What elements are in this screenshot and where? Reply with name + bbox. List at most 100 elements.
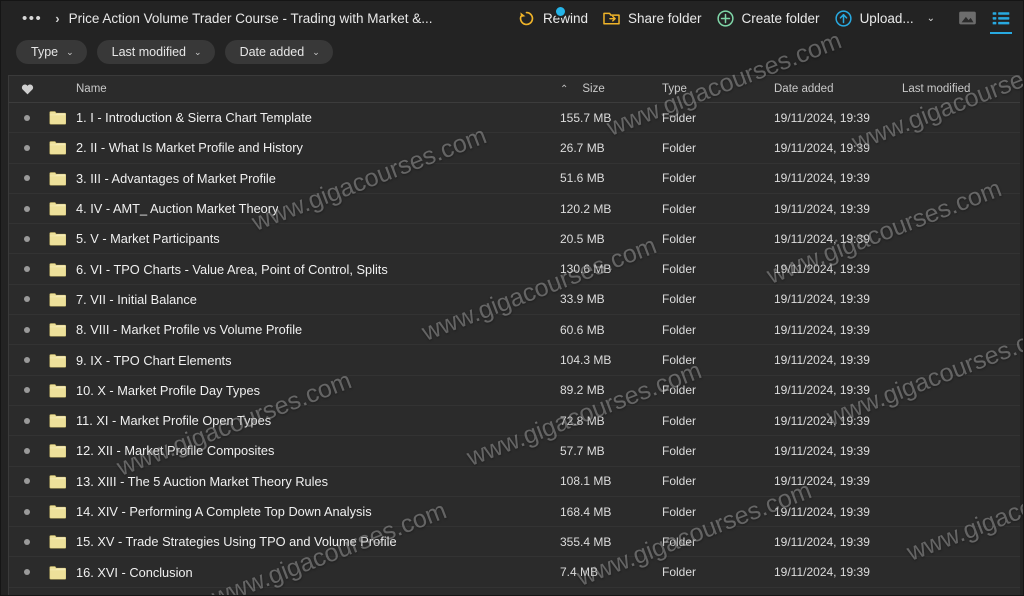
filter-chip-date-added-label: Date added (240, 45, 305, 59)
row-selection-dot[interactable] (9, 296, 45, 302)
row-selection-dot[interactable] (9, 266, 45, 272)
row-selection-dot[interactable] (9, 236, 45, 242)
table-row[interactable]: 14. XIV - Performing A Complete Top Down… (9, 497, 1020, 527)
sort-ascending-icon[interactable]: ⌃ (560, 84, 568, 95)
row-file-name: 11. XI - Market Profile Open Types (76, 413, 271, 428)
table-row[interactable]: 13. XIII - The 5 Auction Market Theory R… (9, 467, 1020, 497)
bullet-icon (24, 266, 30, 272)
row-name-cell[interactable]: 1. I - Introduction & Sierra Chart Templ… (45, 110, 560, 125)
row-name-cell[interactable]: 12. XII - Market Profile Composites (45, 443, 560, 458)
column-header-size-group: ⌃ Size (560, 83, 662, 95)
row-file-name: 10. X - Market Profile Day Types (76, 383, 260, 398)
table-row[interactable]: 7. VII - Initial Balance 33.9 MB Folder … (9, 285, 1020, 315)
table-row[interactable]: 4. IV - AMT_ Auction Market Theory 120.2… (9, 194, 1020, 224)
row-selection-dot[interactable] (9, 387, 45, 393)
row-selection-dot[interactable] (9, 357, 45, 363)
view-mode-switcher (954, 5, 1014, 31)
table-row[interactable]: 11. XI - Market Profile Open Types 72.8 … (9, 406, 1020, 436)
table-row[interactable]: 10. X - Market Profile Day Types 89.2 MB… (9, 376, 1020, 406)
row-file-name: 12. XII - Market Profile Composites (76, 443, 274, 458)
column-header-size[interactable]: Size (582, 83, 604, 95)
gallery-view-button[interactable] (954, 5, 980, 31)
filter-chip-last-modified[interactable]: Last modified ⌄ (97, 40, 215, 64)
folder-icon (49, 413, 66, 428)
row-name-cell[interactable]: 7. VII - Initial Balance (45, 292, 560, 307)
folder-icon (49, 443, 66, 458)
row-selection-dot[interactable] (9, 418, 45, 424)
chevron-down-icon: ⌄ (194, 47, 202, 58)
bullet-icon (24, 478, 30, 484)
table-row[interactable]: 15. XV - Trade Strategies Using TPO and … (9, 527, 1020, 557)
table-row[interactable]: 1. I - Introduction & Sierra Chart Templ… (9, 103, 1020, 133)
row-file-name: 4. IV - AMT_ Auction Market Theory (76, 201, 278, 216)
upload-chevron-down-icon[interactable]: ⌄ (927, 13, 935, 24)
share-folder-button[interactable]: Share folder (595, 5, 709, 32)
folder-icon (49, 565, 66, 580)
row-date-added: 19/11/2024, 19:39 (774, 474, 902, 488)
table-row[interactable]: 16. XVI - Conclusion 7.4 MB Folder 19/11… (9, 557, 1020, 587)
row-selection-dot[interactable] (9, 569, 45, 575)
rewind-button[interactable]: Rewind (510, 5, 595, 32)
row-name-cell[interactable]: 15. XV - Trade Strategies Using TPO and … (45, 534, 560, 549)
row-selection-dot[interactable] (9, 509, 45, 515)
column-header-type[interactable]: Type (662, 83, 774, 95)
folder-icon (49, 262, 66, 277)
table-row[interactable]: 3. III - Advantages of Market Profile 51… (9, 164, 1020, 194)
row-selection-dot[interactable] (9, 145, 45, 151)
row-date-added: 19/11/2024, 19:39 (774, 414, 902, 428)
row-name-cell[interactable]: 3. III - Advantages of Market Profile (45, 171, 560, 186)
row-selection-dot[interactable] (9, 115, 45, 121)
table-row[interactable]: 6. VI - TPO Charts - Value Area, Point o… (9, 254, 1020, 284)
column-header-favorite[interactable] (9, 83, 45, 95)
row-name-cell[interactable]: 10. X - Market Profile Day Types (45, 383, 560, 398)
column-header-date-added[interactable]: Date added (774, 83, 902, 95)
breadcrumb-overflow-button[interactable]: ••• (18, 9, 46, 28)
row-name-cell[interactable]: 16. XVI - Conclusion (45, 565, 560, 580)
table-row[interactable]: 5. V - Market Participants 20.5 MB Folde… (9, 224, 1020, 254)
row-selection-dot[interactable] (9, 175, 45, 181)
list-view-button[interactable] (988, 5, 1014, 31)
table-row[interactable]: 12. XII - Market Profile Composites 57.7… (9, 436, 1020, 466)
row-file-name: 8. VIII - Market Profile vs Volume Profi… (76, 322, 302, 337)
row-file-name: 9. IX - TPO Chart Elements (76, 353, 232, 368)
row-selection-dot[interactable] (9, 539, 45, 545)
row-name-cell[interactable]: 4. IV - AMT_ Auction Market Theory (45, 201, 560, 216)
row-name-cell[interactable]: 11. XI - Market Profile Open Types (45, 413, 560, 428)
bullet-icon (24, 175, 30, 181)
bullet-icon (24, 236, 30, 242)
row-date-added: 19/11/2024, 19:39 (774, 292, 902, 306)
row-size: 108.1 MB (560, 474, 662, 488)
row-selection-dot[interactable] (9, 448, 45, 454)
row-name-cell[interactable]: 5. V - Market Participants (45, 231, 560, 246)
folder-icon-wrapper (49, 231, 66, 246)
column-header-name[interactable]: Name (45, 83, 560, 95)
share-folder-label: Share folder (628, 11, 702, 26)
table-row[interactable]: 8. VIII - Market Profile vs Volume Profi… (9, 315, 1020, 345)
row-name-cell[interactable]: 13. XIII - The 5 Auction Market Theory R… (45, 474, 560, 489)
row-name-cell[interactable]: 2. II - What Is Market Profile and Histo… (45, 140, 560, 155)
top-toolbar: ••• › Price Action Volume Trader Course … (0, 0, 1024, 36)
breadcrumb-current-folder[interactable]: Price Action Volume Trader Course - Trad… (69, 11, 433, 26)
row-selection-dot[interactable] (9, 206, 45, 212)
table-row[interactable]: 9. IX - TPO Chart Elements 104.3 MB Fold… (9, 345, 1020, 375)
filter-chip-date-added[interactable]: Date added ⌄ (225, 40, 333, 64)
row-type: Folder (662, 232, 774, 246)
row-name-cell[interactable]: 8. VIII - Market Profile vs Volume Profi… (45, 322, 560, 337)
chevron-down-icon: ⌄ (312, 47, 320, 58)
row-type: Folder (662, 414, 774, 428)
row-selection-dot[interactable] (9, 478, 45, 484)
row-selection-dot[interactable] (9, 327, 45, 333)
create-folder-button[interactable]: Create folder (709, 5, 827, 32)
table-row[interactable]: 2. II - What Is Market Profile and Histo… (9, 133, 1020, 163)
upload-button[interactable]: Upload... ⌄ (827, 5, 942, 32)
folder-icon-wrapper (49, 201, 66, 216)
filter-chip-type[interactable]: Type ⌄ (16, 40, 87, 64)
folder-icon (49, 201, 66, 216)
row-name-cell[interactable]: 6. VI - TPO Charts - Value Area, Point o… (45, 262, 560, 277)
row-name-cell[interactable]: 14. XIV - Performing A Complete Top Down… (45, 504, 560, 519)
folder-icon-wrapper (49, 140, 66, 155)
row-name-cell[interactable]: 9. IX - TPO Chart Elements (45, 353, 560, 368)
row-type: Folder (662, 474, 774, 488)
folder-icon-wrapper (49, 383, 66, 398)
column-header-last-modified[interactable]: Last modified (902, 83, 1020, 95)
